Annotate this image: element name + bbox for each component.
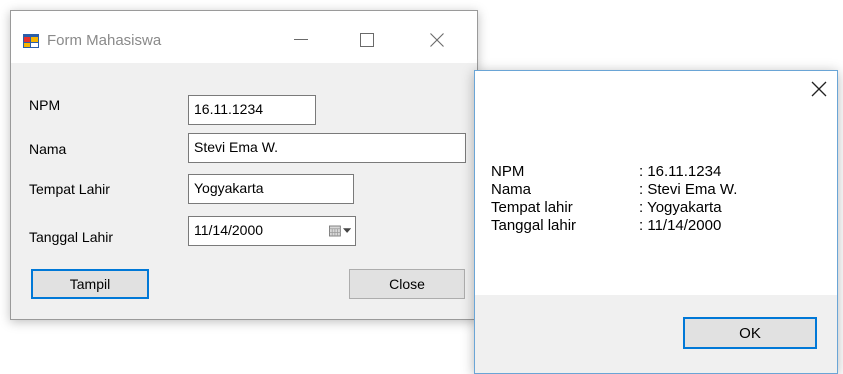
message-dialog: NPM : 16.11.1234 Nama : Stevi Ema W. Tem… [474, 70, 838, 374]
npm-label: NPM [29, 97, 61, 113]
message-value: : 16.11.1234 [639, 163, 722, 180]
message-row: NPM : 16.11.1234 [491, 163, 737, 181]
tanggal-lahir-datepicker[interactable]: 11/14/2000 [188, 216, 356, 246]
calendar-dropdown-button[interactable] [329, 223, 351, 239]
close-window-button[interactable] [419, 27, 455, 53]
close-icon [811, 81, 827, 97]
ok-button[interactable]: OK [683, 317, 817, 349]
tempat-lahir-label: Tempat Lahir [29, 181, 110, 197]
message-row: Tempat lahir : Yogyakarta [491, 199, 737, 217]
npm-input[interactable]: 16.11.1234 [188, 95, 316, 125]
message-value: : Yogyakarta [639, 199, 722, 216]
minimize-icon [294, 39, 308, 40]
close-icon [430, 33, 444, 47]
form-window: Form Mahasiswa NPM 16.11.1234 Nama Stevi… [10, 10, 478, 320]
tempat-lahir-input[interactable]: Yogyakarta [188, 174, 354, 204]
dialog-close-button[interactable] [811, 81, 831, 101]
message-value: : Stevi Ema W. [639, 181, 738, 198]
message-key: Tanggal lahir [491, 217, 577, 234]
title-bar[interactable]: Form Mahasiswa [11, 11, 477, 63]
message-row: Tanggal lahir : 11/14/2000 [491, 217, 737, 235]
maximize-icon [360, 33, 374, 47]
tampil-button[interactable]: Tampil [31, 269, 149, 299]
message-value: : 11/14/2000 [639, 217, 722, 234]
message-text: NPM : 16.11.1234 Nama : Stevi Ema W. Tem… [491, 163, 737, 235]
tanggal-lahir-value: 11/14/2000 [194, 222, 264, 238]
maximize-button[interactable] [349, 27, 385, 53]
message-key: NPM [491, 163, 525, 180]
tanggal-lahir-label: Tanggal Lahir [29, 229, 114, 245]
message-row: Nama : Stevi Ema W. [491, 181, 737, 199]
form-app-icon [23, 34, 39, 48]
close-button[interactable]: Close [349, 269, 465, 299]
message-key: Tempat lahir [491, 199, 573, 216]
message-key: Nama [491, 181, 532, 198]
chevron-down-icon [342, 228, 351, 233]
minimize-button[interactable] [283, 27, 319, 53]
nama-label: Nama [29, 141, 67, 157]
calendar-icon [329, 225, 341, 237]
nama-input[interactable]: Stevi Ema W. [188, 133, 466, 163]
window-title: Form Mahasiswa [47, 32, 162, 49]
dialog-footer: OK [475, 295, 837, 373]
